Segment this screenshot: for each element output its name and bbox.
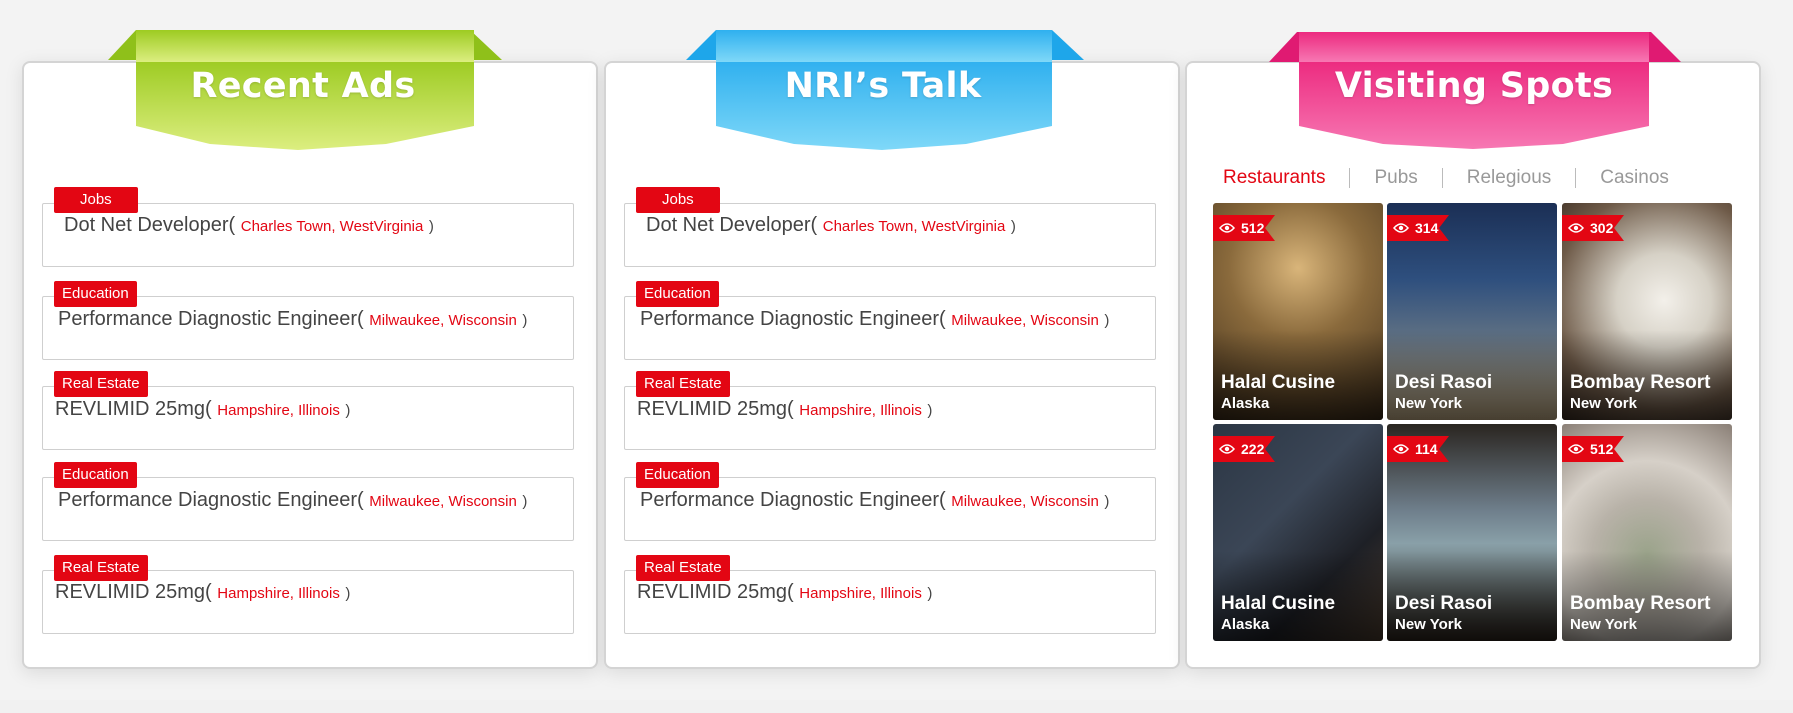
recent-ads-panel: Recent Ads Jobs Dot Net Developer( Charl… <box>22 30 598 669</box>
ad-title[interactable]: REVLIMID 25mg( Hampshire, Illinois ) <box>55 581 350 604</box>
spot-location: New York <box>1395 395 1462 412</box>
views-badge: 314 <box>1387 215 1449 241</box>
tab-restaurants[interactable]: Restaurants <box>1223 167 1349 189</box>
views-badge: 114 <box>1387 436 1449 462</box>
category-tag[interactable]: Education <box>636 281 719 307</box>
category-tag[interactable]: Real Estate <box>636 555 730 581</box>
spot-name: Halal Cusine <box>1221 372 1336 393</box>
spot-location: New York <box>1570 616 1637 633</box>
tab-relegious[interactable]: Relegious <box>1443 167 1576 189</box>
ad-title[interactable]: Performance Diagnostic Engineer( Milwauk… <box>640 489 1109 512</box>
spot-location: Alaska <box>1221 395 1270 412</box>
spot-location: Alaska <box>1221 616 1270 633</box>
views-badge: 512 <box>1562 436 1624 462</box>
spot-name: Bombay Resort <box>1570 372 1711 393</box>
spot-card[interactable]: 314 Desi Rasoi New York <box>1387 203 1557 420</box>
spot-card[interactable]: 222 Halal Cusine Alaska <box>1213 424 1383 641</box>
ad-title[interactable]: Performance Diagnostic Engineer( Milwauk… <box>58 308 527 331</box>
ad-location: Hampshire, Illinois <box>799 585 922 602</box>
ad-title[interactable]: Performance Diagnostic Engineer( Milwauk… <box>640 308 1109 331</box>
category-tag[interactable]: Real Estate <box>636 371 730 397</box>
eye-icon <box>1393 223 1409 233</box>
tab-casinos[interactable]: Casinos <box>1576 167 1693 189</box>
nri-talk-title: NRI’s Talk <box>784 66 982 106</box>
spot-location: New York <box>1570 395 1637 412</box>
ad-location: Hampshire, Illinois <box>217 585 340 602</box>
ad-location: Milwaukee, Wisconsin <box>369 312 517 329</box>
spot-name: Halal Cusine <box>1221 593 1336 614</box>
views-badge: 302 <box>1562 215 1624 241</box>
ad-title[interactable]: REVLIMID 25mg( Hampshire, Illinois ) <box>637 581 932 604</box>
category-tag[interactable]: Education <box>54 281 137 307</box>
spot-card[interactable]: 512 Bombay Resort New York <box>1562 424 1732 641</box>
nri-talk-panel: NRI’s Talk Jobs Dot Net Developer( Charl… <box>604 30 1180 669</box>
eye-icon <box>1219 444 1235 454</box>
visiting-spots-title: Visiting Spots <box>1334 66 1614 106</box>
ad-location: Milwaukee, Wisconsin <box>951 312 1099 329</box>
category-tag[interactable]: Education <box>54 462 137 488</box>
visiting-spots-panel: Visiting Spots Restaurants Pubs Relegiou… <box>1185 32 1761 669</box>
category-tag[interactable]: Jobs <box>54 187 138 213</box>
ad-location: Charles Town, WestVirginia <box>822 218 1006 235</box>
ad-title[interactable]: Dot Net Developer( Charles Town, WestVir… <box>64 214 434 237</box>
views-badge: 512 <box>1213 215 1275 241</box>
spot-name: Desi Rasoi <box>1395 372 1493 393</box>
category-tag[interactable]: Jobs <box>636 187 720 213</box>
recent-ads-title: Recent Ads <box>190 66 416 106</box>
category-tag[interactable]: Education <box>636 462 719 488</box>
spot-card[interactable]: 512 Halal Cusine Alaska <box>1213 203 1383 420</box>
ad-title[interactable]: REVLIMID 25mg( Hampshire, Illinois ) <box>637 398 932 421</box>
tab-pubs[interactable]: Pubs <box>1350 167 1441 189</box>
spot-name: Bombay Resort <box>1570 593 1711 614</box>
ad-location: Hampshire, Illinois <box>799 402 922 419</box>
visiting-spots-ribbon: Visiting Spots <box>1267 30 1681 154</box>
ad-location: Milwaukee, Wisconsin <box>951 493 1099 510</box>
spot-location: New York <box>1395 616 1462 633</box>
ad-location: Charles Town, WestVirginia <box>240 218 424 235</box>
recent-ads-ribbon: Recent Ads <box>96 30 510 154</box>
category-tag[interactable]: Real Estate <box>54 371 148 397</box>
spot-card[interactable]: 302 Bombay Resort New York <box>1562 203 1732 420</box>
eye-icon <box>1393 444 1409 454</box>
category-tag[interactable]: Real Estate <box>54 555 148 581</box>
eye-icon <box>1219 223 1235 233</box>
eye-icon <box>1568 444 1584 454</box>
spot-name: Desi Rasoi <box>1395 593 1493 614</box>
eye-icon <box>1568 223 1584 233</box>
ad-title[interactable]: REVLIMID 25mg( Hampshire, Illinois ) <box>55 398 350 421</box>
ad-title[interactable]: Performance Diagnostic Engineer( Milwauk… <box>58 489 527 512</box>
ad-title[interactable]: Dot Net Developer( Charles Town, WestVir… <box>646 214 1016 237</box>
spot-category-tabs: Restaurants Pubs Relegious Casinos <box>1223 167 1693 189</box>
ad-location: Milwaukee, Wisconsin <box>369 493 517 510</box>
nri-talk-ribbon: NRI’s Talk <box>676 30 1090 154</box>
spot-card[interactable]: 114 Desi Rasoi New York <box>1387 424 1557 641</box>
ad-location: Hampshire, Illinois <box>217 402 340 419</box>
views-badge: 222 <box>1213 436 1275 462</box>
